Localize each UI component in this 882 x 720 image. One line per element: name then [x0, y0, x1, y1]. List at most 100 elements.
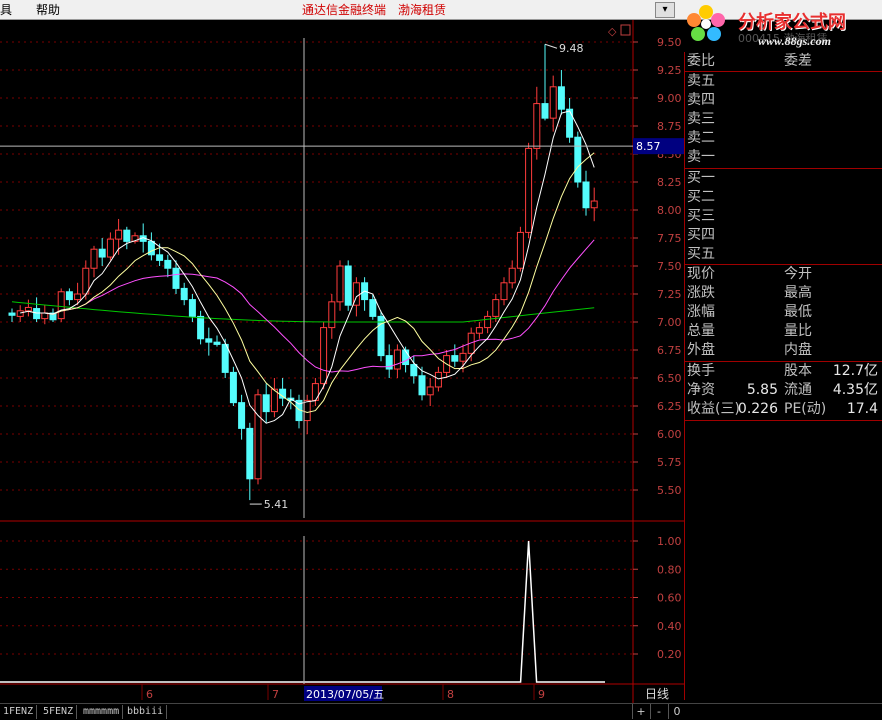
price-tick-label: 9.50: [657, 36, 682, 49]
candle: [533, 103, 541, 149]
price-tick-label: 6.00: [657, 428, 682, 441]
indicator-axis: 1.00 0.80 0.60 0.40 0.20: [633, 535, 682, 661]
ma5-line: [20, 110, 595, 424]
candle: [451, 355, 459, 362]
date-tick-label: 9: [538, 688, 545, 701]
logo: 000415 渤海租赁 分析家公式网 www.88gs.com: [680, 0, 882, 52]
candle: [74, 293, 82, 301]
buy-level-5: 买五: [684, 245, 882, 264]
buy-level-1: 买一: [684, 169, 882, 188]
candle: [197, 315, 205, 340]
low-price-label: 5.41: [264, 498, 289, 511]
indicator-tick-label: 0.60: [657, 592, 682, 605]
menu-item-help[interactable]: 帮助: [36, 3, 60, 17]
price-tick-label: 6.50: [657, 372, 682, 385]
cursor-price-label: 8.57: [636, 140, 661, 153]
stat-label: 外盘: [687, 342, 715, 358]
sell-level-label: 卖三: [687, 111, 715, 127]
candle: [172, 267, 180, 289]
logo-url: www.88gs.com: [758, 34, 831, 48]
window-control-button[interactable]: ▾: [655, 2, 675, 18]
candle: [8, 312, 16, 316]
tab-1fenz[interactable]: 1FENZ: [0, 705, 38, 719]
candle: [344, 265, 352, 306]
fundamental-row: 收益(三) 0.226 PE(动) 17.4: [684, 400, 882, 419]
fundamental-label: 净资: [687, 382, 715, 398]
stat-row: 现价 今开: [684, 265, 882, 284]
fundamental-label: 股本: [784, 363, 812, 379]
sell-level-4: 卖四: [684, 91, 882, 110]
candle: [516, 231, 524, 269]
price-tick-label: 7.00: [657, 316, 682, 329]
candle: [41, 312, 49, 320]
price-tick-label: 5.50: [657, 484, 682, 497]
sell-level-label: 卖二: [687, 130, 715, 146]
stat-label: 最低: [784, 304, 812, 320]
diamond-icon[interactable]: ◇: [608, 25, 617, 38]
candle: [320, 327, 328, 385]
kline-chart[interactable]: 9.509.259.008.758.508.258.007.757.507.25…: [0, 20, 684, 703]
candle: [164, 259, 172, 269]
candle: [221, 343, 229, 373]
buy-level-label: 买三: [687, 208, 715, 224]
period-label[interactable]: 日线: [645, 687, 669, 701]
order-ratio-label: 委比: [687, 53, 715, 69]
ma20-line: [36, 239, 595, 373]
price-axis: 9.509.259.008.758.508.258.007.757.507.25…: [633, 36, 682, 497]
price-tick-label: 7.25: [657, 288, 682, 301]
price-tick-label: 5.75: [657, 456, 682, 469]
candle: [459, 352, 467, 362]
tab-mmmmmm[interactable]: mmmmmm: [80, 705, 124, 719]
candle: [303, 399, 311, 422]
stat-label: 量比: [784, 323, 812, 339]
candle: [541, 103, 549, 119]
reset-button[interactable]: 0: [668, 704, 685, 719]
price-tick-label: 6.25: [657, 400, 682, 413]
candle: [566, 108, 574, 138]
candle: [188, 299, 196, 317]
sell-level-1: 卖一: [684, 148, 882, 167]
candle: [24, 306, 32, 312]
window-icon[interactable]: [620, 24, 631, 36]
price-tick-label: 8.00: [657, 204, 682, 217]
candle: [426, 386, 434, 396]
candle: [254, 394, 262, 480]
sell-level-label: 卖五: [687, 73, 715, 89]
stat-label: 涨跌: [687, 285, 715, 301]
candle: [369, 299, 377, 317]
fundamental-value: 0.226: [737, 401, 778, 417]
zoom-out-button[interactable]: -: [650, 704, 667, 719]
stat-label: 最高: [784, 285, 812, 301]
stat-row: 外盘 内盘: [684, 341, 882, 360]
candle: [180, 287, 188, 301]
fundamental-value: 5.85: [746, 382, 778, 398]
date-tick-label: 7: [272, 688, 279, 701]
stat-row: 涨跌 最高: [684, 284, 882, 303]
candle: [65, 291, 73, 301]
fundamental-label: 收益(三): [687, 401, 740, 417]
menu-item-tools[interactable]: 具: [0, 3, 12, 17]
sell-level-label: 卖一: [687, 149, 715, 165]
candle: [57, 291, 65, 320]
tab-bbbiii[interactable]: bbbiii: [124, 705, 168, 719]
candle: [336, 265, 344, 303]
candle: [492, 299, 500, 317]
price-tick-label: 8.25: [657, 176, 682, 189]
candle: [402, 349, 410, 366]
tab-5fenz[interactable]: 5FENZ: [40, 705, 78, 719]
candle: [156, 254, 164, 261]
order-ratio-row: 委比 委差: [684, 52, 882, 71]
candle: [475, 327, 483, 334]
buy-level-label: 买四: [687, 227, 715, 243]
zoom-in-button[interactable]: +: [632, 704, 649, 719]
candle: [106, 238, 114, 258]
buy-level-3: 买三: [684, 207, 882, 226]
fundamental-value: 17.4: [846, 401, 878, 417]
stat-label: 涨幅: [687, 304, 715, 320]
candle: [418, 375, 426, 396]
candle: [262, 394, 270, 413]
indicator-layer: [0, 540, 605, 683]
buy-level-label: 买二: [687, 189, 715, 205]
candle: [500, 282, 508, 301]
candles-layer: [8, 44, 598, 501]
